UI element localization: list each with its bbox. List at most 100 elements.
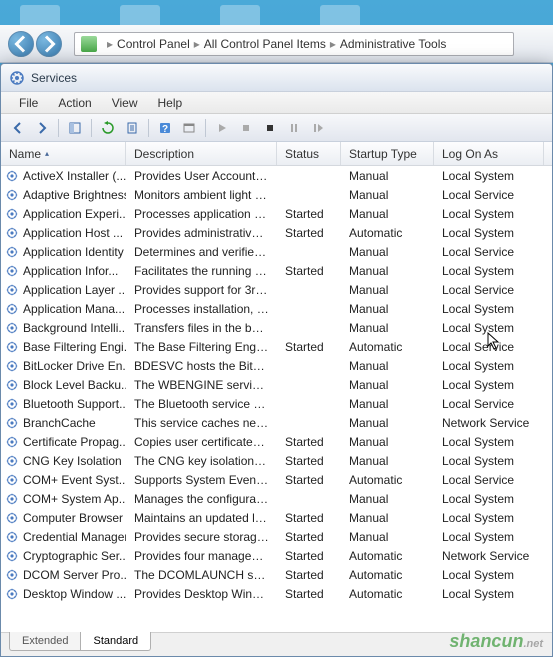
toolbar: ? bbox=[1, 114, 552, 142]
toolbar-show-hide-button[interactable] bbox=[64, 117, 86, 139]
service-row[interactable]: Block Level Backu...The WBENGINE service… bbox=[1, 375, 552, 394]
service-name: CNG Key Isolation bbox=[23, 454, 122, 468]
service-startup: Manual bbox=[341, 435, 434, 449]
service-row[interactable]: Application Host ...Provides administrat… bbox=[1, 223, 552, 242]
service-name: Adaptive Brightness bbox=[23, 188, 126, 202]
services-rows[interactable]: ActiveX Installer (...Provides User Acco… bbox=[1, 166, 552, 632]
toolbar-start-button[interactable] bbox=[211, 117, 233, 139]
nav-forward-button[interactable] bbox=[36, 31, 62, 57]
service-description: Provides administrative s... bbox=[126, 226, 277, 240]
toolbar-refresh-button[interactable] bbox=[97, 117, 119, 139]
service-logon: Local System bbox=[434, 359, 544, 373]
service-startup: Manual bbox=[341, 302, 434, 316]
tab-standard[interactable]: Standard bbox=[80, 632, 151, 651]
service-row[interactable]: Credential ManagerProvides secure storag… bbox=[1, 527, 552, 546]
service-logon: Local System bbox=[434, 302, 544, 316]
toolbar-properties-button[interactable] bbox=[178, 117, 200, 139]
service-icon bbox=[5, 454, 19, 468]
service-row[interactable]: ActiveX Installer (...Provides User Acco… bbox=[1, 166, 552, 185]
service-name: Base Filtering Engi... bbox=[23, 340, 126, 354]
service-row[interactable]: Application Layer ...Provides support fo… bbox=[1, 280, 552, 299]
service-row[interactable]: Desktop Window ...Provides Desktop Windo… bbox=[1, 584, 552, 603]
service-icon bbox=[5, 473, 19, 487]
breadcrumb-item[interactable]: Control Panel bbox=[117, 37, 190, 51]
service-icon bbox=[5, 587, 19, 601]
toolbar-stop-alt-button[interactable] bbox=[259, 117, 281, 139]
service-startup: Manual bbox=[341, 492, 434, 506]
service-startup: Manual bbox=[341, 454, 434, 468]
service-row[interactable]: Application Experi...Processes applicati… bbox=[1, 204, 552, 223]
toolbar-forward-button[interactable] bbox=[31, 117, 53, 139]
service-icon bbox=[5, 321, 19, 335]
service-status: Started bbox=[277, 568, 341, 582]
service-row[interactable]: Computer BrowserMaintains an updated lis… bbox=[1, 508, 552, 527]
service-row[interactable]: Application IdentityDetermines and verif… bbox=[1, 242, 552, 261]
service-description: The WBENGINE service is... bbox=[126, 378, 277, 392]
service-name: Application Host ... bbox=[23, 226, 123, 240]
service-name: Desktop Window ... bbox=[23, 587, 126, 601]
service-row[interactable]: Application Infor... Facilitates the runn… bbox=[1, 261, 552, 280]
column-headers: Name▴ Description Status Startup Type Lo… bbox=[1, 142, 552, 166]
service-description: Monitors ambient light s... bbox=[126, 188, 277, 202]
nav-back-button[interactable] bbox=[8, 31, 34, 57]
menu-action[interactable]: Action bbox=[48, 94, 101, 112]
service-status: Started bbox=[277, 587, 341, 601]
service-logon: Local System bbox=[434, 511, 544, 525]
service-row[interactable]: BranchCacheThis service caches netw...Ma… bbox=[1, 413, 552, 432]
service-row[interactable]: Cryptographic Ser...Provides four manage… bbox=[1, 546, 552, 565]
service-row[interactable]: Bluetooth Support...The Bluetooth servic… bbox=[1, 394, 552, 413]
service-icon bbox=[5, 207, 19, 221]
service-name: Background Intelli... bbox=[23, 321, 126, 335]
services-list: Name▴ Description Status Startup Type Lo… bbox=[1, 142, 552, 632]
service-startup: Manual bbox=[341, 378, 434, 392]
breadcrumb[interactable]: ▸ Control Panel ▸ All Control Panel Item… bbox=[74, 32, 514, 56]
menu-help[interactable]: Help bbox=[148, 94, 193, 112]
services-window: Services File Action View Help ? Name▴ D… bbox=[0, 63, 553, 657]
service-icon bbox=[5, 397, 19, 411]
breadcrumb-item[interactable]: All Control Panel Items bbox=[204, 37, 326, 51]
toolbar-restart-button[interactable] bbox=[307, 117, 329, 139]
menu-file[interactable]: File bbox=[9, 94, 48, 112]
column-header-logon[interactable]: Log On As bbox=[434, 142, 544, 165]
toolbar-stop-button[interactable] bbox=[235, 117, 257, 139]
explorer-navigation-bar: ▸ Control Panel ▸ All Control Panel Item… bbox=[0, 25, 553, 63]
service-description: Copies user certificates a... bbox=[126, 435, 277, 449]
service-row[interactable]: Base Filtering Engi...The Base Filtering… bbox=[1, 337, 552, 356]
service-name: Application Experi... bbox=[23, 207, 126, 221]
menu-view[interactable]: View bbox=[102, 94, 148, 112]
service-logon: Local System bbox=[434, 435, 544, 449]
service-startup: Automatic bbox=[341, 568, 434, 582]
service-row[interactable]: COM+ System Ap...Manages the configurati… bbox=[1, 489, 552, 508]
service-logon: Local System bbox=[434, 568, 544, 582]
column-header-status[interactable]: Status bbox=[277, 142, 341, 165]
service-name: COM+ Event Syst... bbox=[23, 473, 126, 487]
service-icon bbox=[5, 492, 19, 506]
service-name: Application Infor... bbox=[23, 264, 118, 278]
svg-text:?: ? bbox=[162, 124, 168, 135]
service-row[interactable]: COM+ Event Syst...Supports System Event … bbox=[1, 470, 552, 489]
service-row[interactable]: DCOM Server Pro...The DCOMLAUNCH serv...… bbox=[1, 565, 552, 584]
service-row[interactable]: Background Intelli...Transfers files in … bbox=[1, 318, 552, 337]
service-description: Facilitates the running of... bbox=[126, 264, 277, 278]
service-name: Bluetooth Support... bbox=[23, 397, 126, 411]
service-status: Started bbox=[277, 454, 341, 468]
column-header-startup[interactable]: Startup Type bbox=[341, 142, 434, 165]
toolbar-pause-button[interactable] bbox=[283, 117, 305, 139]
chevron-right-icon: ▸ bbox=[194, 37, 200, 51]
tab-extended[interactable]: Extended bbox=[9, 632, 81, 651]
toolbar-back-button[interactable] bbox=[7, 117, 29, 139]
service-description: The Bluetooth service su... bbox=[126, 397, 277, 411]
service-row[interactable]: CNG Key IsolationThe CNG key isolation s… bbox=[1, 451, 552, 470]
toolbar-export-button[interactable] bbox=[121, 117, 143, 139]
service-name: Application Identity bbox=[23, 245, 124, 259]
column-header-description[interactable]: Description bbox=[126, 142, 277, 165]
toolbar-help-button[interactable]: ? bbox=[154, 117, 176, 139]
service-row[interactable]: Adaptive BrightnessMonitors ambient ligh… bbox=[1, 185, 552, 204]
service-row[interactable]: Certificate Propag...Copies user certifi… bbox=[1, 432, 552, 451]
column-header-name[interactable]: Name▴ bbox=[1, 142, 126, 165]
tabs-bar: Extended Standard bbox=[1, 632, 552, 656]
service-row[interactable]: Application Mana...Processes installatio… bbox=[1, 299, 552, 318]
service-icon bbox=[5, 359, 19, 373]
service-row[interactable]: BitLocker Drive En...BDESVC hosts the Bi… bbox=[1, 356, 552, 375]
breadcrumb-item[interactable]: Administrative Tools bbox=[340, 37, 447, 51]
